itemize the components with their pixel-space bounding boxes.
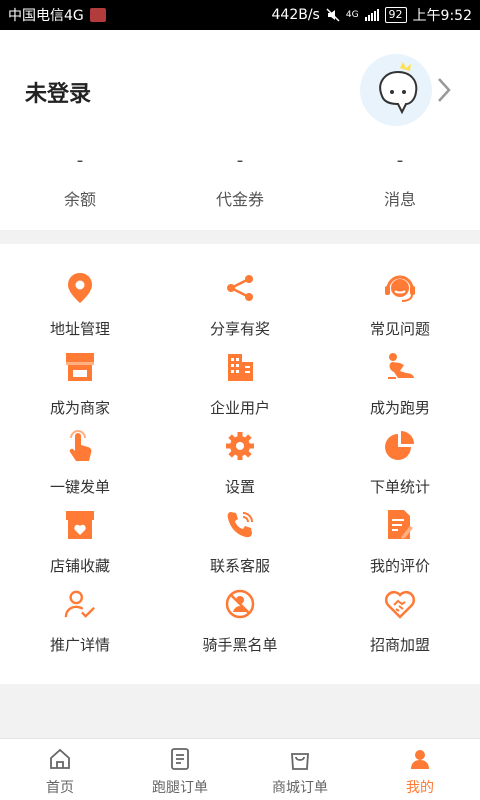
phone-icon: [224, 509, 256, 541]
menu-item-settings[interactable]: 设置: [160, 402, 320, 496]
menu-item-my-reviews[interactable]: 我的评价: [320, 481, 480, 575]
tab-label: 我的: [406, 780, 434, 796]
profile-icon: [411, 750, 429, 769]
menu-label: 推广详情: [49, 636, 110, 654]
tab-label: 首页: [46, 780, 74, 796]
avatar[interactable]: [360, 54, 432, 126]
bottom-navigation: 首页 跑腿订单 商城订单 我的: [0, 738, 480, 800]
mute-icon: [326, 8, 340, 22]
rider-blacklist-icon: [224, 588, 256, 620]
tab-mine[interactable]: 我的: [360, 739, 480, 800]
menu-item-faq[interactable]: 常见问题: [320, 244, 480, 338]
tab-errand-orders[interactable]: 跑腿订单: [120, 739, 240, 800]
stat-balance[interactable]: - 余额: [0, 150, 160, 210]
menu-item-enterprise[interactable]: 企业用户: [160, 323, 320, 417]
stat-label: 消息: [383, 190, 416, 209]
menu-item-merchant[interactable]: 成为商家: [0, 323, 160, 417]
menu-label: 骑手黑名单: [202, 636, 278, 654]
location-pin-icon: [64, 272, 96, 304]
tap-hand-icon: [64, 430, 96, 462]
stat-label: 代金券: [215, 190, 264, 209]
menu-item-store-favorites[interactable]: 店铺收藏: [0, 481, 160, 575]
pie-chart-icon: [384, 430, 416, 462]
menu-item-share[interactable]: 分享有奖: [160, 244, 320, 338]
review-edit-icon: [384, 509, 416, 541]
network-type: 4G: [345, 10, 359, 20]
stat-value: -: [76, 150, 84, 171]
menu-item-runner[interactable]: 成为跑男: [320, 323, 480, 417]
menu-item-order-stats[interactable]: 下单统计: [320, 402, 480, 496]
status-left: 中国电信4G: [8, 5, 106, 25]
chevron-right-icon[interactable]: [434, 76, 454, 104]
menu-item-franchise[interactable]: 招商加盟: [320, 560, 480, 654]
status-bar: 中国电信4G 442B/s 4G 92 上午9:52: [0, 0, 480, 30]
tab-home[interactable]: 首页: [0, 739, 120, 800]
shop-icon: [64, 351, 96, 383]
runner-icon: [384, 351, 416, 383]
building-icon: [224, 351, 256, 383]
clock: 上午9:52: [412, 8, 472, 24]
username[interactable]: 未登录: [25, 76, 91, 108]
menu-item-promotion[interactable]: 推广详情: [0, 560, 160, 654]
stat-label: 余额: [63, 190, 96, 209]
gear-icon: [224, 430, 256, 462]
handshake-heart-icon: [384, 588, 416, 620]
menu-item-address[interactable]: 地址管理: [0, 244, 160, 338]
status-right: 442B/s 4G 92 上午9:52: [271, 5, 472, 25]
stat-messages[interactable]: - 消息: [320, 150, 480, 210]
notification-icon: [89, 8, 106, 22]
customer-service-icon: [384, 272, 416, 304]
signal-icon: [364, 9, 379, 21]
home-icon: [50, 748, 70, 769]
carrier-label: 中国电信4G: [8, 8, 84, 24]
order-icon: [171, 748, 189, 770]
share-icon: [224, 272, 256, 304]
menu-label: 招商加盟: [369, 636, 430, 654]
stat-voucher[interactable]: - 代金券: [160, 150, 320, 210]
user-check-icon: [64, 588, 96, 620]
tab-label: 跑腿订单: [152, 780, 208, 796]
menu-item-contact-support[interactable]: 联系客服: [160, 481, 320, 575]
menu-item-rider-blacklist[interactable]: 骑手黑名单: [160, 560, 320, 654]
profile-card[interactable]: 未登录 - 余额 - 代金券 - 消息: [0, 30, 480, 230]
network-speed: 442B/s: [271, 7, 320, 23]
battery-icon: 92: [384, 7, 407, 23]
tab-mall-orders[interactable]: 商城订单: [240, 739, 360, 800]
menu-grid: 地址管理 分享有奖 常见问题 成为商家 企业用户 成为跑男 一键发单 设置 下单…: [0, 244, 480, 684]
tab-label: 商城订单: [272, 780, 328, 796]
shopping-bag-icon: [291, 753, 309, 770]
store-favorite-icon: [64, 509, 96, 541]
account-stats: - 余额 - 代金券 - 消息: [0, 150, 480, 210]
menu-item-quick-order[interactable]: 一键发单: [0, 402, 160, 496]
stat-value: -: [236, 150, 244, 171]
stat-value: -: [396, 150, 404, 171]
